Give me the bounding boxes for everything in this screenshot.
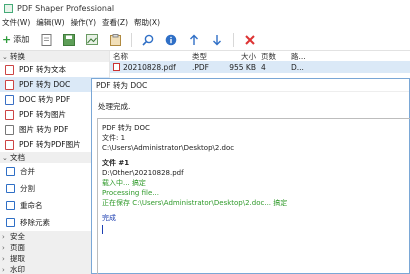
sidebar-item-label: 合并	[20, 167, 35, 176]
log-processing: Processing file...	[102, 188, 159, 197]
conversion-dialog: PDF 转为 DOC 处理完成. PDF 转为 DOC 文件: 1 C:\Use…	[91, 78, 410, 274]
remove-elements-icon	[6, 218, 15, 227]
menu-view[interactable]: 查看(Z)	[102, 17, 128, 28]
add-button-label: 添加	[13, 35, 30, 44]
window-title: PDF Shaper Professional	[17, 3, 115, 13]
chevron-right-icon: ›	[2, 232, 5, 241]
rename-icon	[6, 201, 15, 210]
search-icon[interactable]	[141, 33, 155, 47]
file-size: 955 KB	[229, 62, 256, 72]
sidebar-item-label: 移除元素	[20, 218, 50, 227]
menu-help[interactable]: 帮助(X)	[134, 17, 160, 28]
plus-icon: +	[2, 33, 12, 46]
sidebar-group-convert[interactable]: ⌄ 转换	[0, 51, 109, 62]
chevron-right-icon: ›	[2, 254, 5, 263]
dialog-title: PDF 转为 DOC	[96, 80, 148, 90]
sidebar-item-label: PDF 转为文本	[19, 65, 66, 74]
save-icon[interactable]	[62, 33, 76, 47]
pdf-icon	[5, 64, 14, 75]
conversion-log[interactable]: PDF 转为 DOC 文件: 1 C:\Users\Administrator\…	[97, 118, 410, 274]
log-done: 完成	[102, 214, 116, 223]
chevron-right-icon: ›	[2, 265, 5, 274]
chevron-down-icon: ⌄	[2, 153, 8, 162]
log-output-path: C:\Users\Administrator\Desktop\2.doc	[102, 143, 235, 152]
sidebar-group-label: 文档	[10, 153, 25, 162]
pdf-icon	[5, 139, 14, 150]
log-file-count: 文件: 1	[102, 133, 126, 142]
split-icon	[6, 184, 15, 193]
sidebar-item-label: 分割	[20, 184, 35, 193]
clipboard-icon[interactable]	[108, 33, 122, 47]
sidebar-item-pdf-to-text[interactable]: PDF 转为文本	[0, 62, 109, 77]
toolbar-separator	[131, 32, 133, 47]
log-file-header: 文件 #1	[102, 159, 130, 168]
toolbar: + 添加	[0, 29, 410, 51]
sidebar-group-label: 安全	[10, 232, 25, 241]
sidebar-item-label: DOC 转为 PDF	[19, 95, 71, 104]
chevron-down-icon: ⌄	[2, 52, 8, 61]
file-pages: 4	[261, 62, 266, 72]
pdf-icon	[5, 79, 14, 90]
log-loading: 载入中... 搞定	[102, 178, 146, 187]
toolbar-separator	[233, 32, 235, 47]
file-name: 20210828.pdf	[123, 62, 176, 72]
merge-icon	[6, 167, 15, 176]
sidebar-item-label: PDF 转为PDF图片	[19, 140, 81, 149]
new-document-icon[interactable]	[39, 33, 53, 47]
arrow-down-icon[interactable]	[210, 33, 224, 47]
file-list-header: 名称 类型 大小 页数 路...	[110, 51, 410, 62]
add-button[interactable]: + 添加	[2, 33, 29, 46]
arrow-up-icon[interactable]	[187, 33, 201, 47]
column-header-path[interactable]: 路...	[288, 51, 308, 61]
menu-bar: 文件(W) 编辑(W) 操作(Y) 查看(Z) 帮助(X)	[0, 16, 410, 29]
sidebar-item-label: PDF 转为 DOC	[19, 80, 71, 89]
column-header-name[interactable]: 名称	[110, 51, 192, 61]
text-cursor	[102, 225, 103, 235]
menu-edit[interactable]: 编辑(W)	[36, 17, 64, 28]
image-icon	[5, 124, 14, 135]
file-name-cell: 20210828.pdf	[110, 63, 192, 72]
image-icon[interactable]	[85, 33, 99, 47]
sidebar-item-label: 重命名	[20, 201, 43, 210]
info-icon[interactable]	[164, 33, 178, 47]
log-source-path: D:\Other\20210828.pdf	[102, 169, 184, 178]
column-header-pages[interactable]: 页数	[258, 51, 288, 61]
menu-file[interactable]: 文件(W)	[2, 17, 30, 28]
column-header-type[interactable]: 类型	[192, 51, 226, 61]
sidebar-group-label: 页面	[10, 243, 25, 252]
file-list: 名称 类型 大小 页数 路... 20210828.pdf .PDF 955 K…	[110, 51, 410, 81]
chevron-right-icon: ›	[2, 243, 5, 252]
column-header-size[interactable]: 大小	[226, 51, 258, 61]
file-type: .PDF	[192, 62, 209, 72]
dialog-title-bar[interactable]: PDF 转为 DOC	[92, 79, 409, 92]
sidebar-group-label: 水印	[10, 265, 25, 274]
sidebar-group-label: 提取	[10, 254, 25, 263]
pdf-file-icon	[113, 63, 120, 71]
dialog-status: 处理完成.	[98, 102, 131, 111]
log-operation: PDF 转为 DOC	[102, 124, 150, 132]
menu-operations[interactable]: 操作(Y)	[71, 17, 96, 28]
file-path: D...	[291, 62, 304, 72]
title-bar: PDF Shaper Professional	[0, 0, 410, 16]
table-row[interactable]: 20210828.pdf .PDF 955 KB 4 D...	[110, 61, 410, 73]
log-saving: 正在保存 C:\Users\Administrator\Desktop\2.do…	[102, 198, 288, 207]
sidebar-item-label: 图片 转为 PDF	[19, 125, 69, 134]
sidebar-item-label: PDF 转为图片	[19, 110, 66, 119]
delete-icon[interactable]	[243, 33, 257, 47]
doc-icon	[5, 94, 14, 105]
sidebar-group-label: 转换	[10, 52, 25, 61]
app-icon	[4, 3, 13, 13]
pdf-icon	[5, 109, 14, 120]
